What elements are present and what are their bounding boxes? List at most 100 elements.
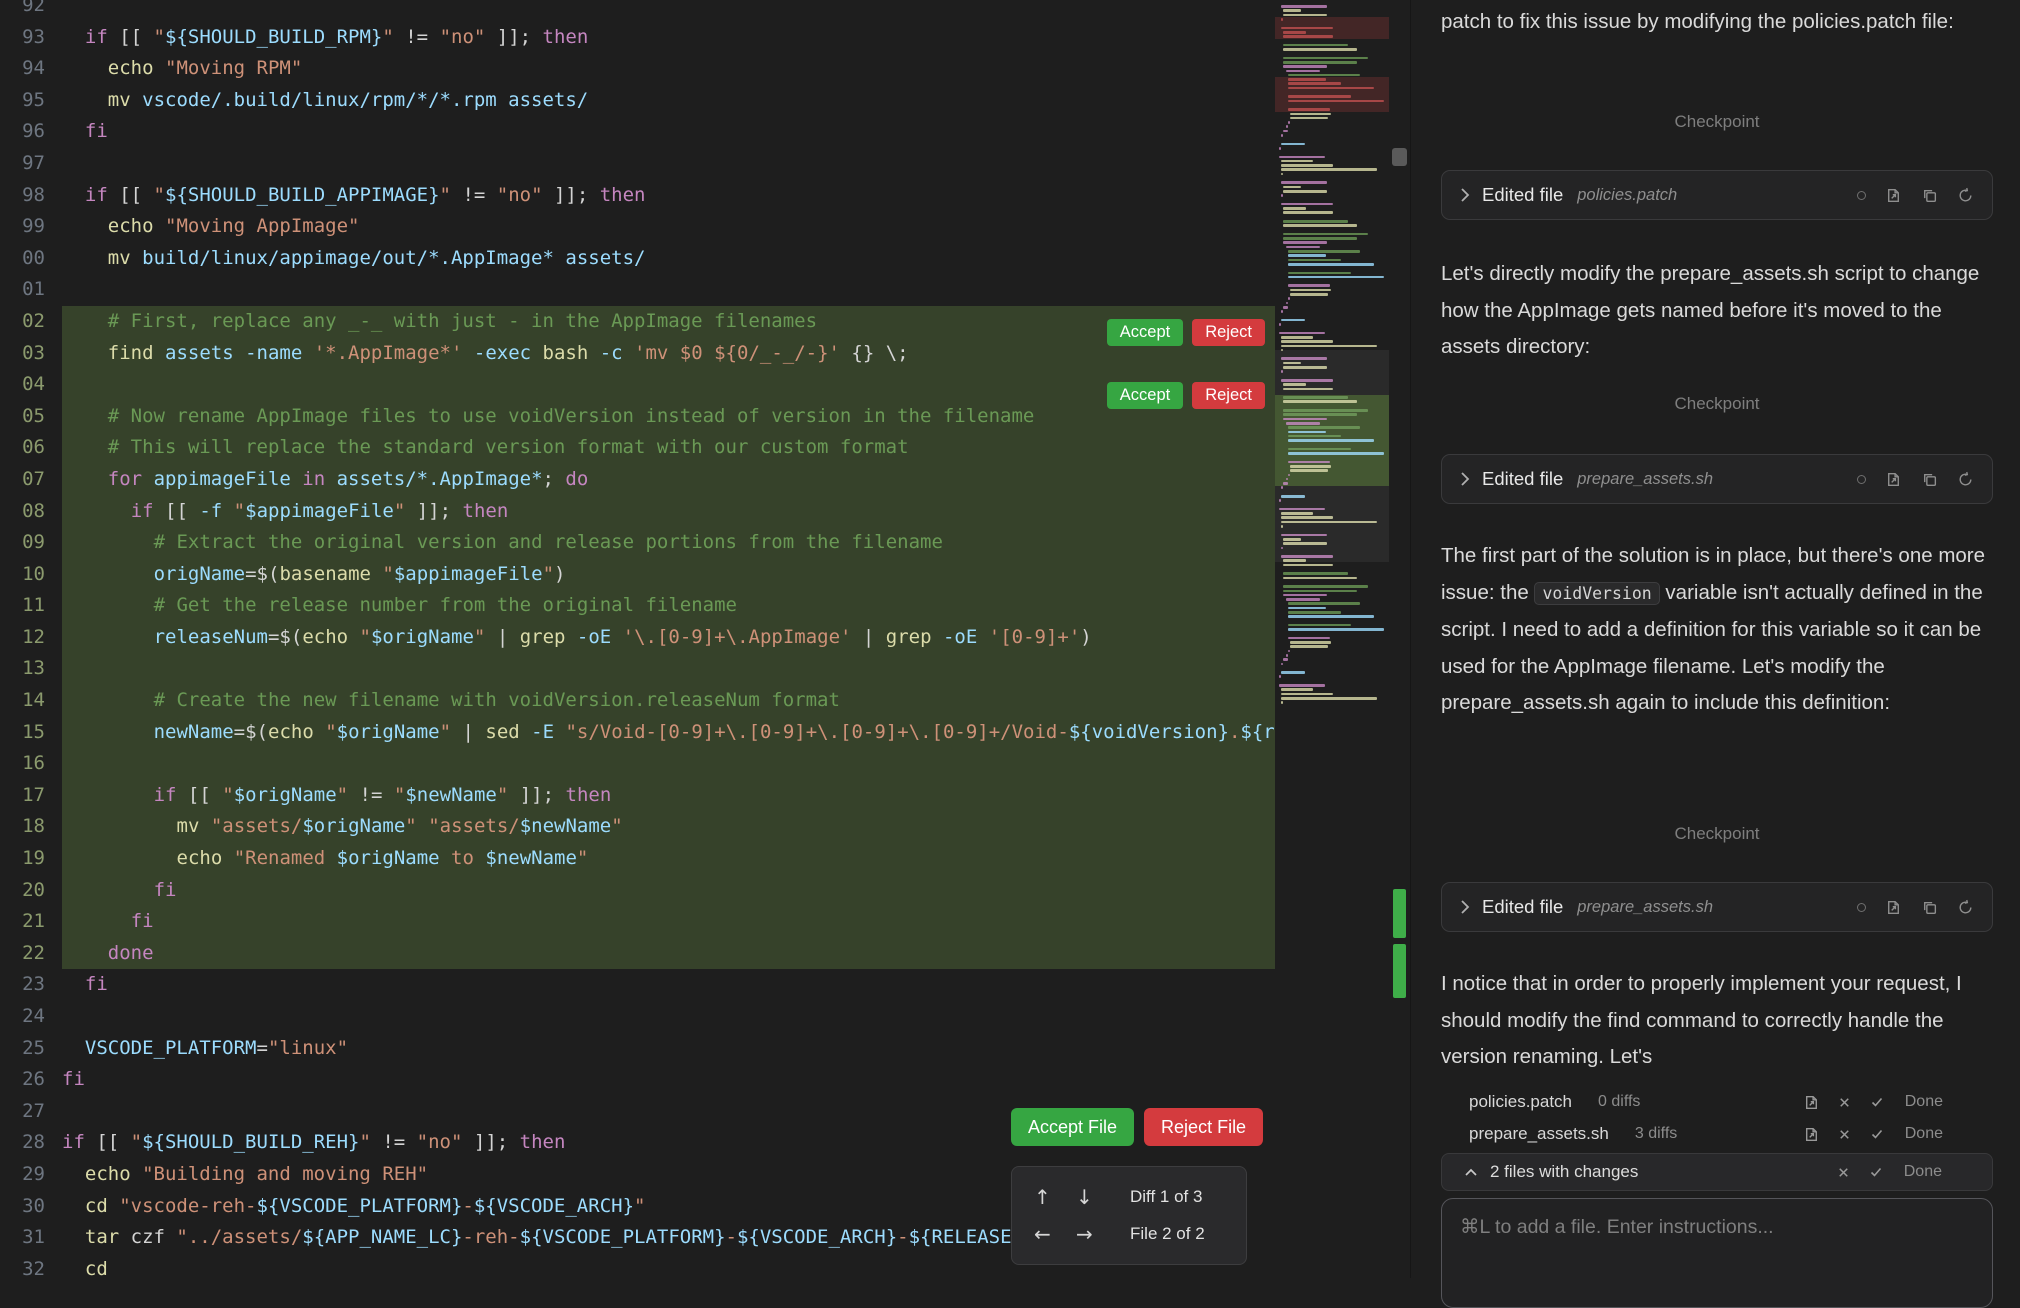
edited-file-title: Edited file — [1482, 184, 1563, 206]
code-editor[interactable]: 9293if [[ "${SHOULD_BUILD_RPM}" != "no" … — [0, 0, 1275, 1278]
prev-diff-button[interactable]: ↑ — [1034, 1185, 1076, 1209]
line-number: 30 — [0, 1191, 62, 1223]
chat-input[interactable]: ⌘L to add a file. Enter instructions... — [1441, 1198, 1993, 1308]
code-line[interactable]: 08if [[ -f "$appimageFile" ]]; then — [0, 496, 1275, 528]
code-line[interactable]: 17if [[ "$origName" != "$newName" ]]; th… — [0, 780, 1275, 812]
inline-code: voidVersion — [1534, 582, 1659, 605]
code-line[interactable]: 18mv "assets/$origName" "assets/$newName… — [0, 811, 1275, 843]
chevron-right-icon[interactable] — [1460, 899, 1470, 915]
chevron-right-icon[interactable] — [1460, 187, 1470, 203]
reject-all-x-icon[interactable] — [1836, 1165, 1851, 1180]
reject-x-icon[interactable] — [1837, 1095, 1852, 1110]
restore-icon[interactable] — [1957, 471, 1974, 488]
code-line[interactable]: 00mv build/linux/appimage/out/*.AppImage… — [0, 243, 1275, 275]
line-number: 10 — [0, 559, 62, 591]
edited-file-card[interactable]: Edited file prepare_assets.sh — [1441, 454, 1993, 504]
files-with-changes-bar[interactable]: 2 files with changes Done — [1441, 1153, 1993, 1191]
accept-check-icon[interactable] — [1869, 1126, 1885, 1142]
status-circle-icon — [1857, 903, 1866, 912]
line-number: 04 — [0, 369, 62, 401]
open-file-icon[interactable] — [1885, 187, 1902, 204]
code-line[interactable]: 06# This will replace the standard versi… — [0, 432, 1275, 464]
accept-file-button[interactable]: Accept File — [1011, 1108, 1134, 1146]
minimap-viewport[interactable] — [1275, 350, 1389, 562]
line-number: 94 — [0, 53, 62, 85]
overview-ruler[interactable] — [1389, 0, 1410, 1278]
code-line[interactable]: 96fi — [0, 116, 1275, 148]
next-file-button[interactable]: → — [1076, 1222, 1118, 1246]
code-line[interactable]: 15newName=$(echo "$origName" | sed -E "s… — [0, 717, 1275, 749]
accept-button[interactable]: Accept — [1107, 382, 1183, 409]
code-line[interactable]: 93if [[ "${SHOULD_BUILD_RPM}" != "no" ]]… — [0, 22, 1275, 54]
changed-file-row[interactable]: prepare_assets.sh 3 diffs Done — [1441, 1118, 1993, 1150]
diff-count: 3 diffs — [1635, 1125, 1677, 1143]
code-line[interactable]: 03find assets -name '*.AppImage*' -exec … — [0, 338, 1275, 370]
reject-button[interactable]: Reject — [1192, 319, 1265, 346]
code-line[interactable]: 02# First, replace any _-_ with just - i… — [0, 306, 1275, 338]
chevron-up-icon[interactable] — [1464, 1167, 1478, 1177]
status-badge: Done — [1904, 1163, 1942, 1181]
minimap[interactable] — [1275, 0, 1389, 1278]
scrollbar-thumb[interactable] — [1392, 148, 1407, 166]
code-line[interactable]: 26fi — [0, 1064, 1275, 1096]
code-line[interactable]: 95mv vscode/.build/linux/rpm/*/*.rpm ass… — [0, 85, 1275, 117]
reject-x-icon[interactable] — [1837, 1127, 1852, 1142]
code-line[interactable]: 99echo "Moving AppImage" — [0, 211, 1275, 243]
code-line[interactable]: 19echo "Renamed $origName to $newName" — [0, 843, 1275, 875]
line-number: 23 — [0, 969, 62, 1001]
line-number: 93 — [0, 22, 62, 54]
code-line[interactable]: 98if [[ "${SHOULD_BUILD_APPIMAGE}" != "n… — [0, 180, 1275, 212]
code-line[interactable]: 94echo "Moving RPM" — [0, 53, 1275, 85]
accept-button[interactable]: Accept — [1107, 319, 1183, 346]
open-file-icon[interactable] — [1885, 471, 1902, 488]
line-number: 32 — [0, 1254, 62, 1278]
line-number: 97 — [0, 148, 62, 180]
code-line[interactable]: 12releaseNum=$(echo "$origName" | grep -… — [0, 622, 1275, 654]
line-number: 16 — [0, 748, 62, 780]
code-line[interactable]: 01 — [0, 274, 1275, 306]
code-line[interactable]: 21fi — [0, 906, 1275, 938]
code-line[interactable]: 05# Now rename AppImage files to use voi… — [0, 401, 1275, 433]
assistant-message: patch to fix this issue by modifying the… — [1441, 4, 1993, 41]
code-line[interactable]: 20fi — [0, 875, 1275, 907]
code-line[interactable]: 09# Extract the original version and rel… — [0, 527, 1275, 559]
code-line[interactable]: 25VSCODE_PLATFORM="linux" — [0, 1033, 1275, 1065]
changed-file-row[interactable]: policies.patch 0 diffs Done — [1441, 1086, 1993, 1118]
code-line[interactable]: 23fi — [0, 969, 1275, 1001]
prev-file-button[interactable]: ← — [1034, 1222, 1076, 1246]
changed-file-name: policies.patch — [1469, 1092, 1572, 1112]
code-line[interactable]: 92 — [0, 0, 1275, 22]
code-line[interactable]: 22done — [0, 938, 1275, 970]
code-line[interactable]: 14# Create the new filename with voidVer… — [0, 685, 1275, 717]
code-line[interactable]: 04 — [0, 369, 1275, 401]
line-number: 05 — [0, 401, 62, 433]
files-bar-icons — [1836, 1164, 1884, 1180]
code-line[interactable]: 24 — [0, 1001, 1275, 1033]
copy-icon[interactable] — [1921, 899, 1938, 916]
chat-panel: patch to fix this issue by modifying the… — [1410, 0, 2020, 1278]
line-number: 19 — [0, 843, 62, 875]
chevron-right-icon[interactable] — [1460, 471, 1470, 487]
edited-file-card[interactable]: Edited file prepare_assets.sh — [1441, 882, 1993, 932]
accept-all-check-icon[interactable] — [1868, 1164, 1884, 1180]
diff-marker — [1393, 889, 1406, 938]
reject-button[interactable]: Reject — [1192, 382, 1265, 409]
open-file-icon[interactable] — [1803, 1094, 1820, 1111]
copy-icon[interactable] — [1921, 471, 1938, 488]
restore-icon[interactable] — [1957, 899, 1974, 916]
accept-check-icon[interactable] — [1869, 1094, 1885, 1110]
line-number: 21 — [0, 906, 62, 938]
code-line[interactable]: 16 — [0, 748, 1275, 780]
edited-file-card[interactable]: Edited file policies.patch — [1441, 170, 1993, 220]
code-line[interactable]: 07for appimageFile in assets/*.AppImage*… — [0, 464, 1275, 496]
code-line[interactable]: 13 — [0, 653, 1275, 685]
open-file-icon[interactable] — [1803, 1126, 1820, 1143]
restore-icon[interactable] — [1957, 187, 1974, 204]
reject-file-button[interactable]: Reject File — [1144, 1108, 1263, 1146]
next-diff-button[interactable]: ↓ — [1076, 1185, 1118, 1209]
code-line[interactable]: 11# Get the release number from the orig… — [0, 590, 1275, 622]
code-line[interactable]: 97 — [0, 148, 1275, 180]
copy-icon[interactable] — [1921, 187, 1938, 204]
code-line[interactable]: 10origName=$(basename "$appimageFile") — [0, 559, 1275, 591]
open-file-icon[interactable] — [1885, 899, 1902, 916]
